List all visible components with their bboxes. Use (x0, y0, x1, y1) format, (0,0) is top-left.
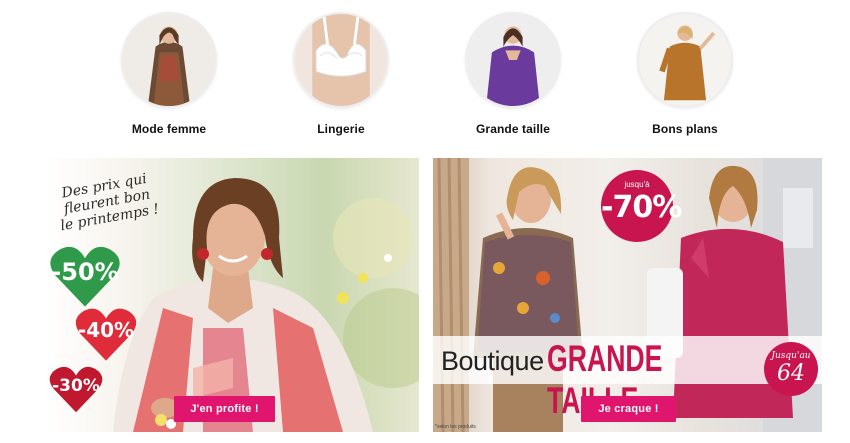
badge-value: -70% (601, 190, 682, 225)
category-lingerie[interactable]: Lingerie (281, 12, 401, 136)
discount-40-heart: -40% (75, 306, 137, 362)
discount-30-heart: -30% (49, 364, 103, 414)
category-bons-plans[interactable]: Bons plans (625, 12, 745, 136)
size-prefix: Jusqu'au (771, 351, 811, 361)
category-label: Lingerie (317, 122, 365, 136)
category-label: Bons plans (652, 122, 718, 136)
category-label: Mode femme (131, 122, 207, 136)
grande-taille-image (465, 12, 561, 108)
category-mode-femme[interactable]: Mode femme (109, 12, 229, 136)
boutique-title: Boutique (441, 346, 544, 376)
legal-note: *selon les produits (435, 424, 476, 430)
spring-sale-banner[interactable]: Des prix qui fleurent bon le printemps !… (43, 158, 419, 432)
discount-50-heart: -50% (49, 244, 121, 308)
grande-taille-banner[interactable]: jusqu'à -70% Boutique GRANDE TAILLE Jusq… (433, 158, 822, 432)
category-label: Grande taille (476, 122, 550, 136)
mode-femme-image (121, 12, 217, 108)
bons-plans-image (637, 12, 733, 108)
lingerie-image (293, 12, 389, 108)
category-row: Mode femme Lingerie Grande taille Bons p… (0, 12, 850, 147)
je-craque-button[interactable]: Je craque ! (581, 396, 676, 422)
up-to-70-badge: jusqu'à -70% (601, 170, 682, 242)
category-grande-taille[interactable]: Grande taille (453, 12, 573, 136)
discount-label: -50% (51, 258, 119, 286)
discount-label: -40% (77, 318, 135, 342)
discount-label: -30% (52, 376, 100, 396)
badge-prefix: jusqu'à (624, 180, 650, 189)
size-64-badge: Jusqu'au 64 (764, 342, 818, 396)
size-value: 64 (777, 361, 805, 386)
jen-profite-button[interactable]: J'en profite ! (174, 396, 275, 422)
